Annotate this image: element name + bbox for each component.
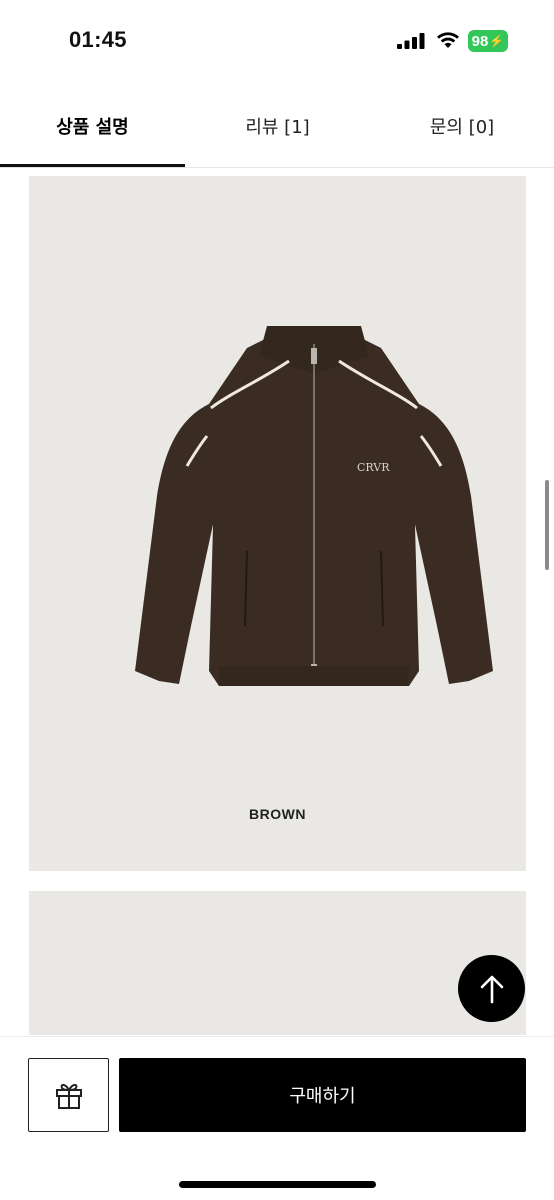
gift-icon xyxy=(55,1083,82,1109)
wifi-icon xyxy=(437,32,459,48)
buy-button[interactable]: 구매하기 xyxy=(119,1058,526,1132)
tab-reviews[interactable]: 리뷰 [1] xyxy=(185,84,370,168)
jacket-image: CRVR xyxy=(135,326,493,686)
arrow-up-icon xyxy=(480,975,503,1003)
tab-bar: 상품 설명 리뷰 [1] 문의 [0] xyxy=(0,84,554,168)
home-indicator xyxy=(179,1181,376,1188)
status-bar: 01:45 98 ⚡ xyxy=(0,0,554,84)
color-label: BROWN xyxy=(249,806,306,822)
product-image-secondary xyxy=(29,891,526,1035)
status-time: 01:45 xyxy=(69,27,127,52)
bolt-icon: ⚡ xyxy=(489,34,505,48)
scroll-top-button[interactable] xyxy=(458,955,525,1022)
bottom-action-bar: 구매하기 xyxy=(0,1036,554,1200)
tab-product-description[interactable]: 상품 설명 xyxy=(0,84,185,168)
battery-charging-icon: 98 ⚡ xyxy=(468,30,508,52)
battery-level: 98 xyxy=(471,32,489,50)
scrollbar[interactable] xyxy=(545,480,549,570)
gift-button[interactable] xyxy=(28,1058,109,1132)
active-tab-indicator xyxy=(0,164,185,167)
tab-inquiries[interactable]: 문의 [0] xyxy=(370,84,554,168)
product-image: CRVR BROWN xyxy=(29,176,526,871)
cellular-signal-icon xyxy=(397,33,425,49)
jacket-logo: CRVR xyxy=(357,461,390,474)
